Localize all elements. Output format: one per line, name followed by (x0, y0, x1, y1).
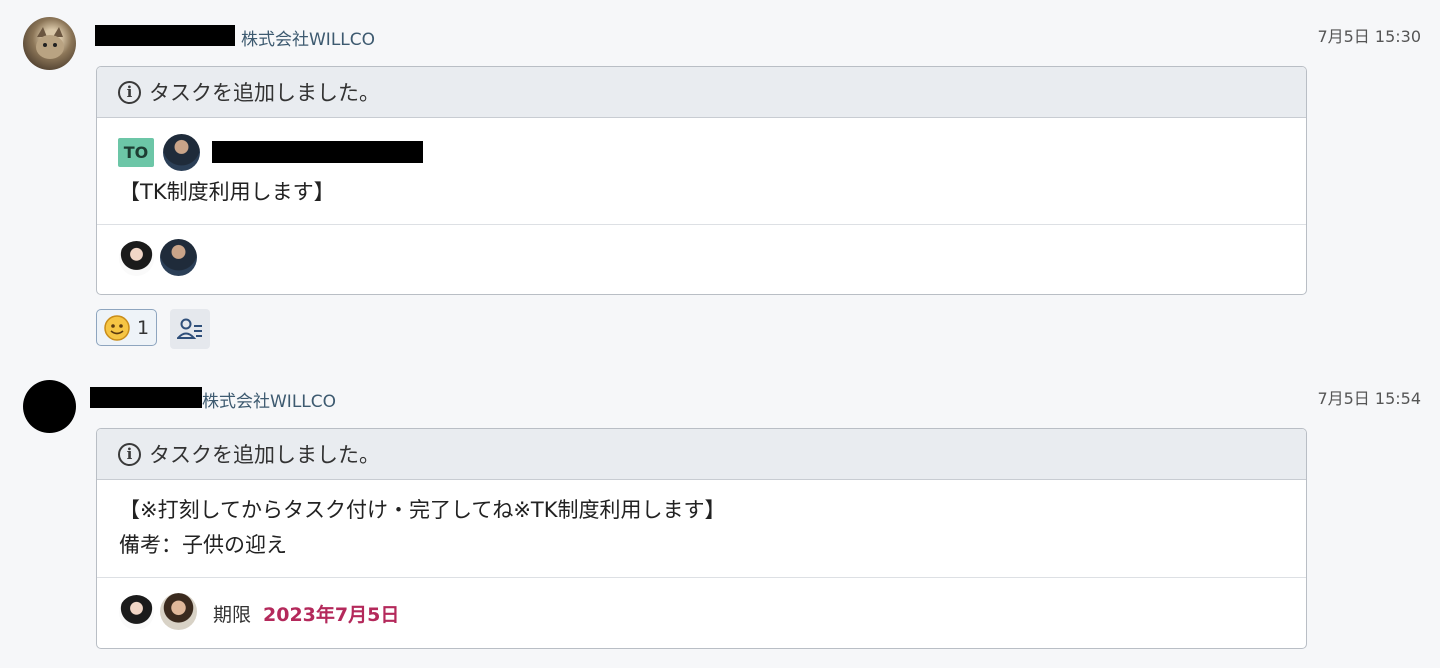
message-1: 株式会社WILLCO 7月5日 15:30 i タスクを追加しました。 TO 【… (0, 0, 1440, 360)
info-icon: i (118, 442, 141, 466)
task-card-body: TO 【TK制度利用します】 (97, 118, 1306, 225)
deadline-label: 期限 (213, 604, 252, 626)
task-assign-icon (177, 318, 202, 339)
redacted-assignee-name (212, 141, 423, 163)
task-card-body: 【※打刻してからタスク付け・完了してね※TK制度利用します】 備考：子供の迎え (97, 480, 1306, 578)
task-card-title: タスクを追加しました。 (149, 81, 380, 105)
requester-avatar-woman[interactable] (119, 241, 154, 276)
deadline-date: 2023年7月5日 (263, 604, 400, 626)
task-body-text: 【TK制度利用します】 (119, 180, 335, 204)
reaction-count: 1 (137, 316, 150, 339)
task-body-line-2: 備考：子供の迎え (119, 533, 287, 557)
task-card-footer (97, 225, 1306, 294)
sender-company[interactable]: 株式会社WILLCO (202, 387, 336, 412)
sender-avatar[interactable] (23, 380, 76, 433)
task-assign-button[interactable] (170, 309, 210, 349)
task-card: i タスクを追加しました。 【※打刻してからタスク付け・完了してね※TK制度利用… (96, 428, 1307, 649)
cat-icon (36, 27, 64, 59)
assignee-avatar-man[interactable] (163, 134, 200, 171)
to-badge: TO (118, 138, 154, 167)
message-timestamp[interactable]: 7月5日 15:54 (1317, 385, 1421, 409)
sender-avatar-cat[interactable] (23, 17, 76, 70)
reaction-button[interactable]: 1 (96, 309, 157, 346)
info-icon: i (118, 80, 141, 104)
task-card-header: i タスクを追加しました。 (97, 67, 1306, 118)
message-timestamp[interactable]: 7月5日 15:30 (1317, 23, 1421, 47)
task-body-line-1: 【※打刻してからタスク付け・完了してね※TK制度利用します】 (119, 498, 726, 522)
assignee-avatar-man[interactable] (160, 239, 197, 276)
message-2: 株式会社WILLCO 7月5日 15:54 i タスクを追加しました。 【※打刻… (0, 360, 1440, 668)
smile-emoji-icon (104, 314, 130, 341)
assignee-avatar-man-2[interactable] (160, 593, 197, 630)
redacted-sender-name (95, 25, 235, 46)
sender-company[interactable]: 株式会社WILLCO (241, 25, 375, 50)
task-card-footer: 期限 2023年7月5日 (97, 578, 1306, 648)
redacted-sender-name (90, 387, 202, 408)
task-card-header: i タスクを追加しました。 (97, 429, 1306, 480)
task-card: i タスクを追加しました。 TO 【TK制度利用します】 (96, 66, 1307, 295)
task-card-title: タスクを追加しました。 (149, 443, 380, 467)
requester-avatar-woman[interactable] (119, 595, 154, 630)
